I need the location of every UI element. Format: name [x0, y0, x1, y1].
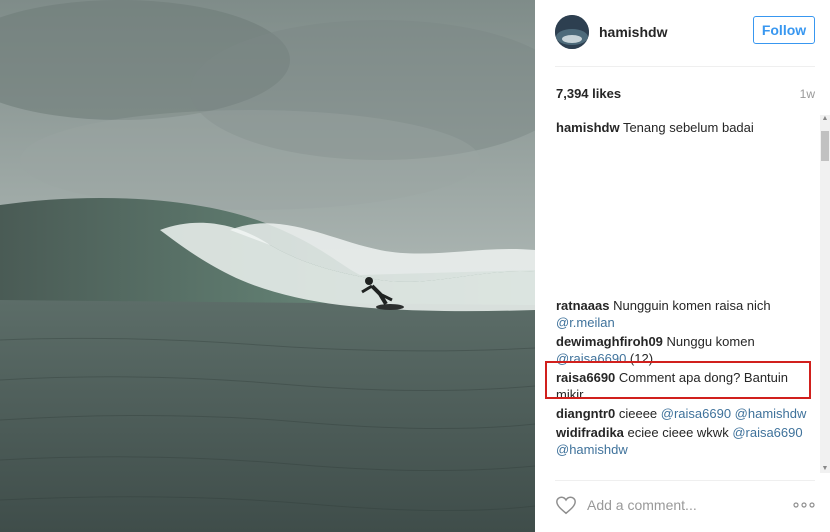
post-time[interactable]: 1w — [800, 87, 815, 101]
comment-mention[interactable]: @raisa6690 — [556, 351, 626, 366]
avatar-image — [555, 15, 589, 49]
comment-bar: Add a comment... — [555, 490, 815, 520]
comment-extra: (12) — [626, 351, 654, 366]
surf-photo-illustration — [0, 0, 535, 532]
caption-text: Tenang sebelum badai — [619, 120, 754, 135]
comment-item: dewimaghfiroh09 Nunggu komen @raisa6690 … — [556, 333, 814, 367]
comments-divider — [555, 480, 815, 481]
add-comment-input[interactable]: Add a comment... — [587, 497, 793, 513]
comment-text: Nungguin komen raisa nich — [609, 298, 771, 313]
comment-item-highlighted: raisa6690 Comment apa dong? Bantuin miki… — [556, 369, 814, 403]
post-photo[interactable] — [0, 0, 535, 532]
comment-item: diangntr0 cieeee @raisa6690 @hamishdw — [556, 405, 814, 422]
likes-count[interactable]: 7,394 likes — [556, 86, 621, 101]
comment-mention[interactable]: @raisa6690 @hamishdw — [661, 406, 807, 421]
comment-mention[interactable]: @r.meilan — [556, 315, 615, 330]
avatar[interactable] — [555, 15, 589, 49]
post-username[interactable]: hamishdw — [599, 24, 667, 40]
post-caption: hamishdw Tenang sebelum badai — [556, 120, 754, 135]
caption-username[interactable]: hamishdw — [556, 120, 620, 135]
follow-button[interactable]: Follow — [753, 16, 815, 44]
comment-item: widifradika eciee cieee wkwk @raisa6690 … — [556, 424, 814, 458]
comment-username[interactable]: diangntr0 — [556, 406, 615, 421]
comment-username[interactable]: raisa6690 — [556, 370, 615, 385]
comments-scrollbar[interactable]: ▲ ▼ — [820, 115, 830, 473]
comment-item: ratnaaas Nungguin komen raisa nich @r.me… — [556, 297, 814, 331]
comment-text: eciee cieee wkwk — [623, 425, 733, 440]
instagram-post: hamishdw Follow 7,394 likes 1w hamishdw … — [0, 0, 830, 532]
header-divider — [555, 66, 815, 67]
comments-list: ratnaaas Nungguin komen raisa nich @r.me… — [556, 297, 814, 460]
heart-icon[interactable] — [555, 494, 577, 516]
post-header: hamishdw Follow — [555, 14, 815, 50]
comment-username[interactable]: dewimaghfiroh09 — [556, 334, 663, 349]
scroll-thumb[interactable] — [821, 131, 829, 161]
comment-username[interactable]: widifradika — [556, 425, 624, 440]
comment-text: cieeee — [615, 406, 661, 421]
scroll-down-arrow-icon[interactable]: ▼ — [821, 465, 829, 473]
comment-username[interactable]: ratnaaas — [556, 298, 609, 313]
comment-text: Nunggu komen — [662, 334, 755, 349]
scroll-up-arrow-icon[interactable]: ▲ — [821, 115, 829, 123]
post-sidebar: hamishdw Follow 7,394 likes 1w hamishdw … — [535, 0, 830, 532]
more-options-icon[interactable] — [793, 501, 815, 509]
